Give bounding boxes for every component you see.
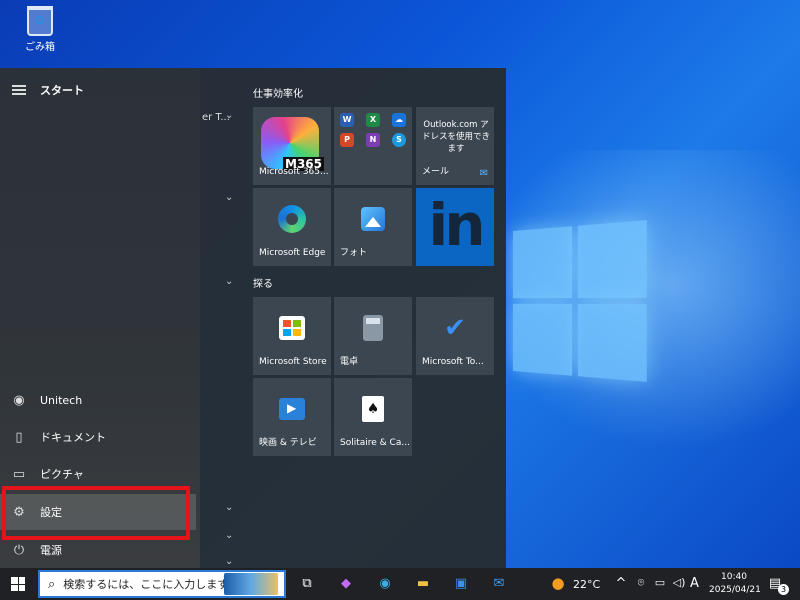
rail-item-user[interactable]: ◉ Unitech (0, 382, 200, 418)
tile-photos[interactable]: フォト (334, 188, 412, 266)
clock-time[interactable]: 10:40 (721, 572, 747, 582)
tile-label: Solitaire & Ca... (340, 438, 410, 448)
rail-item-label: ピクチャ (40, 468, 84, 481)
tile-label: Microsoft Store (259, 357, 327, 367)
chevron-down-icon[interactable]: ⌄ (225, 502, 233, 513)
chevron-down-icon[interactable]: ⌄ (225, 530, 233, 541)
movies-icon (279, 398, 305, 421)
weather-temperature[interactable]: 22°C (573, 578, 600, 591)
rail-item-power[interactable]: ⏻ 電源 (0, 532, 200, 568)
meet-now-icon[interactable]: ⌾ (632, 576, 650, 592)
hamburger-menu-icon[interactable] (12, 85, 26, 95)
tile-label: フォト (340, 248, 368, 258)
photos-icon (361, 207, 385, 232)
tile-movies-tv[interactable]: 映画 & テレビ (253, 378, 331, 456)
tile-office-apps[interactable]: W X ☁ P N S (334, 107, 412, 185)
mail-icon: ✉ (479, 168, 488, 179)
tile-microsoft-todo[interactable]: ✔ Microsoft To... (416, 297, 494, 375)
recycle-bin-label: ごみ箱 (25, 42, 55, 53)
document-icon: ▯ (15, 429, 23, 445)
gear-icon: ⚙ (13, 504, 25, 520)
powerpoint-icon: P (340, 133, 354, 147)
weather-icon[interactable]: ● (549, 574, 567, 592)
power-icon: ⏻ (13, 542, 25, 558)
windows-wallpaper-logo (512, 220, 647, 382)
tile-calculator[interactable]: 電卓 (334, 297, 412, 375)
tile-label: 電卓 (340, 357, 359, 367)
tile-solitaire[interactable]: ♠ Solitaire & Ca... (334, 378, 412, 456)
file-explorer-icon[interactable]: ▬ (414, 576, 432, 592)
skype-icon: S (392, 133, 406, 147)
tile-mail[interactable]: Outlook.com アドレスを使用できます メール ✉ (416, 107, 494, 185)
taskbar: ⌕ 検索するには、ここに入力します ⧉ ◆ ◉ ▬ ▣ ✉ ● 22°C ^ ⌾… (0, 568, 800, 600)
start-title: スタート (40, 84, 84, 97)
clock-date[interactable]: 2025/04/21 (709, 585, 761, 595)
rail-item-label: ドキュメント (40, 431, 106, 444)
linkedin-icon: in (428, 191, 485, 260)
cards-icon: ♠ (362, 396, 384, 423)
onedrive-icon: ☁ (392, 113, 406, 127)
ime-indicator[interactable]: A (690, 576, 699, 591)
notification-badge: 3 (778, 584, 789, 595)
chevron-down-icon[interactable]: ⌄ (225, 110, 233, 121)
rail-item-documents[interactable]: ▯ ドキュメント (0, 419, 200, 455)
start-rail: スタート ◉ Unitech ▯ ドキュメント ▭ ピクチャ ⚙ 設定 ⏻ 電源 (0, 68, 200, 568)
tile-label: Microsoft To... (422, 357, 484, 367)
tile-microsoft-365[interactable]: M365 Microsoft 365... (253, 107, 331, 185)
store-taskbar-icon[interactable]: ▣ (452, 576, 470, 592)
recycle-bin-shortcut[interactable]: ごみ箱 (18, 6, 62, 53)
search-icon: ⌕ (48, 576, 56, 592)
word-icon: W (340, 113, 354, 127)
mail-taskbar-icon[interactable]: ✉ (490, 576, 508, 592)
tile-label: 映画 & テレビ (259, 438, 317, 448)
rail-item-label: Unitech (40, 393, 83, 407)
volume-icon[interactable]: ◁) (670, 576, 688, 592)
search-placeholder: 検索するには、ここに入力します (63, 578, 229, 591)
task-view-icon[interactable]: ⧉ (298, 576, 316, 592)
mail-tile-message: Outlook.com アドレスを使用できます (422, 120, 491, 154)
group-label-productivity[interactable]: 仕事効率化 (253, 85, 303, 100)
pictures-icon: ▭ (12, 466, 26, 482)
chevron-down-icon[interactable]: ⌄ (225, 276, 233, 287)
store-icon (279, 316, 305, 341)
rail-item-label: 電源 (40, 544, 62, 557)
network-icon[interactable]: ▭ (651, 576, 669, 592)
tile-microsoft-edge[interactable]: Microsoft Edge (253, 188, 331, 266)
tile-label: Microsoft Edge (259, 248, 326, 258)
edge-icon (278, 205, 306, 234)
onenote-icon: N (366, 133, 380, 147)
start-header[interactable]: スタート (12, 82, 84, 98)
chevron-down-icon[interactable]: ⌄ (225, 556, 233, 567)
tile-microsoft-store[interactable]: Microsoft Store (253, 297, 331, 375)
tile-label: メール (422, 167, 450, 177)
edge-taskbar-icon[interactable]: ◉ (376, 576, 394, 592)
chevron-down-icon[interactable]: ⌄ (225, 192, 233, 203)
user-icon: ◉ (13, 392, 25, 408)
rail-item-pictures[interactable]: ▭ ピクチャ (0, 456, 200, 492)
rail-item-label: 設定 (40, 506, 62, 519)
copilot-icon[interactable]: ◆ (337, 576, 355, 592)
chevron-up-icon[interactable]: ^ (612, 576, 630, 592)
calculator-icon (363, 315, 383, 342)
checkmark-icon: ✔ (444, 313, 466, 344)
tile-label: Microsoft 365... (259, 167, 329, 177)
rail-item-settings[interactable]: ⚙ 設定 (0, 494, 196, 530)
recycle-bin-icon (27, 6, 53, 36)
start-menu: スタート ◉ Unitech ▯ ドキュメント ▭ ピクチャ ⚙ 設定 ⏻ 電源… (0, 68, 506, 568)
windows-icon (11, 577, 25, 591)
group-label-explore[interactable]: 探る (253, 275, 273, 290)
tile-linkedin[interactable]: in (416, 188, 494, 266)
taskbar-search-box[interactable]: ⌕ 検索するには、ここに入力します (38, 570, 286, 598)
excel-icon: X (366, 113, 380, 127)
search-highlight-image (224, 573, 278, 595)
start-button[interactable] (0, 568, 36, 600)
office-apps-grid: W X ☁ P N S (340, 113, 412, 147)
